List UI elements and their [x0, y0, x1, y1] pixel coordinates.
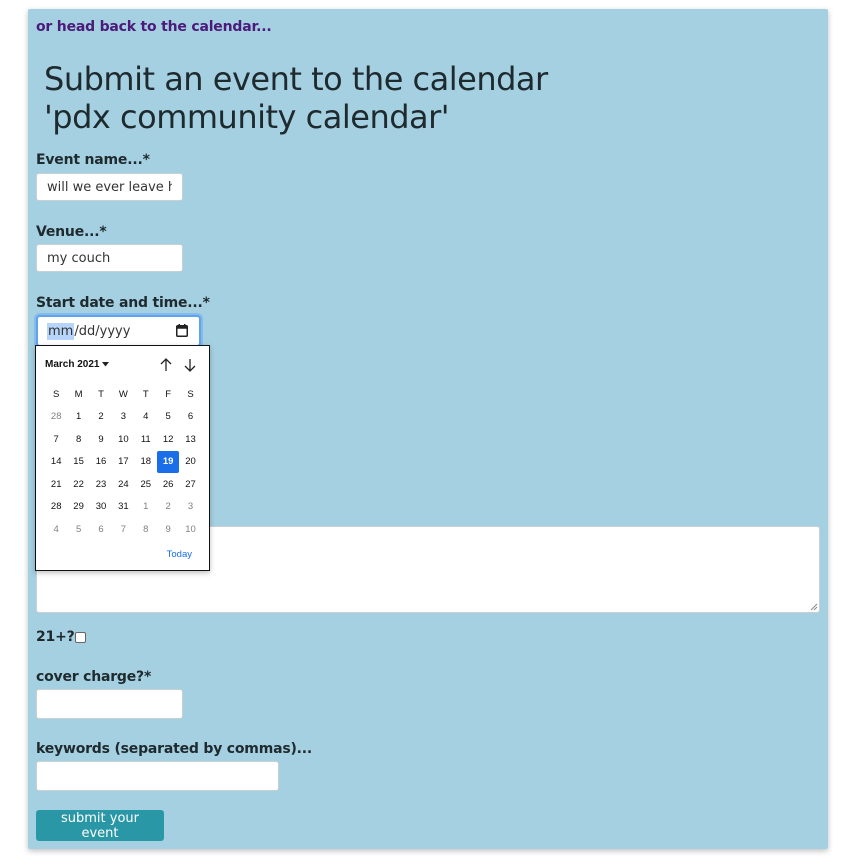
calendar-day[interactable]: 22: [67, 473, 89, 496]
calendar-day[interactable]: 23: [90, 473, 112, 496]
calendar-day[interactable]: 11: [135, 428, 157, 451]
calendar-day[interactable]: 20: [179, 451, 201, 474]
cover-charge-label: cover charge?*: [36, 669, 152, 685]
arrow-up-icon[interactable]: [158, 357, 174, 373]
datepicker-popup: March 2021 S M T W T F S 28 1 2 3 4 5 6 7 8 9 10 11 12 13 14 1…: [35, 345, 210, 571]
calendar-day[interactable]: 25: [135, 473, 157, 496]
calendar-day[interactable]: 5: [67, 518, 89, 541]
calendar-day[interactable]: 13: [179, 428, 201, 451]
calendar-day[interactable]: 18: [135, 451, 157, 474]
calendar-day[interactable]: 6: [179, 406, 201, 429]
calendar-day[interactable]: 6: [90, 518, 112, 541]
calendar-day[interactable]: 15: [67, 451, 89, 474]
calendar-day[interactable]: 21: [45, 473, 67, 496]
cover-charge-input[interactable]: [36, 689, 183, 719]
calendar-day[interactable]: 7: [112, 518, 134, 541]
caret-down-icon: [102, 362, 110, 367]
calendar-day[interactable]: 10: [179, 518, 201, 541]
weekday-header: S: [53, 388, 60, 400]
calendar-day[interactable]: 4: [45, 518, 67, 541]
event-name-input[interactable]: [36, 173, 183, 201]
weekday-header: W: [118, 388, 128, 400]
calendar-day[interactable]: 9: [157, 518, 179, 541]
page-title: Submit an event to the calendar 'pdx com…: [44, 60, 548, 136]
calendar-day[interactable]: 14: [45, 451, 67, 474]
date-month-segment[interactable]: mm: [47, 322, 75, 340]
calendar-day[interactable]: 24: [112, 473, 134, 496]
calendar-day[interactable]: 27: [179, 473, 201, 496]
start-datetime-label: Start date and time...*: [36, 295, 210, 311]
calendar-day[interactable]: 5: [157, 406, 179, 429]
calendar-day[interactable]: 12: [157, 428, 179, 451]
weekday-header: T: [142, 388, 149, 400]
venue-input[interactable]: [36, 244, 183, 272]
resize-grip-icon[interactable]: [810, 603, 818, 611]
venue-label: Venue...*: [36, 224, 107, 240]
calendar-day[interactable]: 3: [112, 406, 134, 429]
calendar-day[interactable]: 1: [67, 406, 89, 429]
start-datetime-input[interactable]: mm / dd / yyyy: [36, 315, 201, 347]
calendar-day[interactable]: 16: [90, 451, 112, 474]
month-selector[interactable]: March 2021: [45, 359, 110, 370]
calendar-day[interactable]: 1: [135, 496, 157, 519]
calendar-day[interactable]: 10: [112, 428, 134, 451]
calendar-day[interactable]: 26: [157, 473, 179, 496]
date-day-segment[interactable]: dd: [79, 324, 96, 339]
page-title-line1: Submit an event to the calendar: [44, 60, 548, 98]
calendar-grid: S M T W T F S 28 1 2 3 4 5 6 7 8 9 10 11 12 13 14 15 16 17 18 19 20…: [45, 383, 202, 541]
event-name-label: Event name...*: [36, 152, 150, 168]
calendar-day[interactable]: 2: [90, 406, 112, 429]
calendar-day[interactable]: 29: [67, 496, 89, 519]
arrow-down-icon[interactable]: [182, 357, 198, 373]
age21-label: 21+?: [36, 629, 75, 645]
calendar-day[interactable]: 2: [157, 496, 179, 519]
weekday-header: T: [98, 388, 104, 400]
today-button[interactable]: Today: [167, 549, 192, 560]
weekday-header: M: [74, 388, 83, 400]
calendar-day-selected[interactable]: 19: [156, 450, 180, 473]
calendar-day[interactable]: 30: [90, 496, 112, 519]
weekday-header: S: [187, 388, 194, 400]
weekday-header: F: [165, 388, 172, 400]
back-to-calendar-link[interactable]: or head back to the calendar...: [36, 19, 272, 35]
submit-event-button[interactable]: submit your event: [36, 810, 164, 841]
calendar-day[interactable]: 8: [67, 428, 89, 451]
calendar-icon[interactable]: [176, 324, 188, 337]
keywords-input[interactable]: [36, 761, 279, 791]
date-year-segment[interactable]: yyyy: [100, 324, 131, 339]
keywords-label: keywords (separated by commas)...: [36, 741, 313, 757]
calendar-day[interactable]: 28: [45, 496, 67, 519]
calendar-day[interactable]: 17: [112, 451, 134, 474]
age21-checkbox[interactable]: [75, 632, 86, 643]
calendar-day[interactable]: 28: [45, 406, 67, 429]
month-year-label: March 2021: [45, 359, 100, 370]
page-title-line2: 'pdx community calendar': [44, 98, 450, 136]
calendar-day[interactable]: 7: [45, 428, 67, 451]
calendar-day[interactable]: 31: [112, 496, 134, 519]
calendar-day[interactable]: 8: [135, 518, 157, 541]
calendar-day[interactable]: 9: [90, 428, 112, 451]
calendar-day[interactable]: 4: [135, 406, 157, 429]
calendar-day[interactable]: 3: [179, 496, 201, 519]
